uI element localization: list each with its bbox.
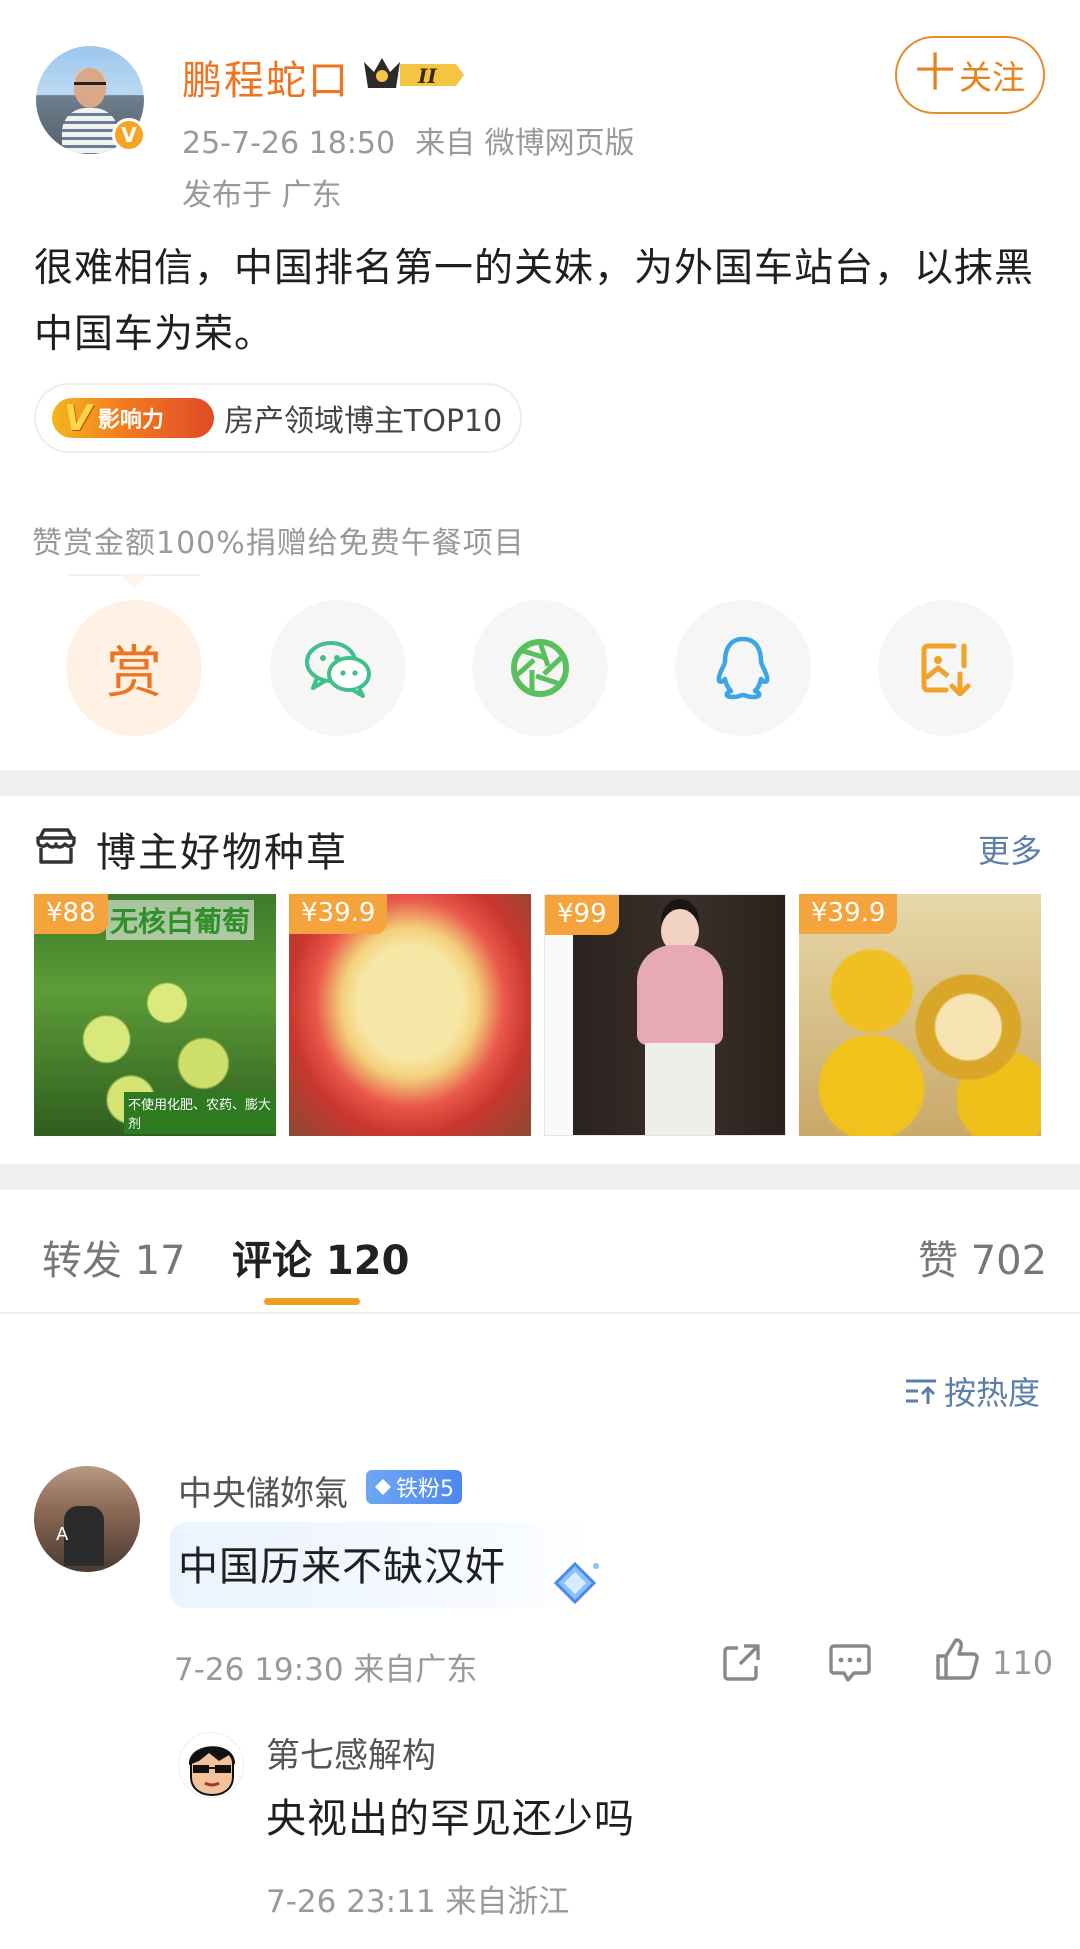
reply-meta: 7-26 23:11 来自浙江 <box>266 1884 570 1920</box>
commenter-name[interactable]: 中央儲妳氣 <box>178 1466 348 1515</box>
active-tab-indicator <box>264 1298 360 1305</box>
share-moments-button[interactable] <box>472 600 608 736</box>
donate-note: 赞赏金额100%捐赠给免费午餐项目 <box>32 526 525 561</box>
sort-icon <box>906 1379 936 1404</box>
post-text: 很难相信，中国排名第一的关妹，为外国车站台，以抹黑中国车为荣。 <box>34 246 1035 357</box>
post-source: 来自 微博网页版 <box>415 126 635 161</box>
fan-badge-label: 铁粉5 <box>396 1477 454 1502</box>
comment-like-count: 110 <box>992 1644 1054 1682</box>
goods-section-title: 博主好物种草 <box>96 830 348 876</box>
post-location: 发布于 广东 <box>182 178 342 213</box>
reward-icon: 赏 <box>106 640 162 706</box>
diamond-icon <box>375 1479 391 1495</box>
influence-logo-text: 影响力 <box>97 408 164 433</box>
qq-icon <box>716 636 770 700</box>
price-tag: ¥99 <box>545 895 619 935</box>
diamond-decoration-icon <box>553 1561 599 1605</box>
product-card[interactable]: ¥39.9 <box>799 894 1041 1136</box>
author-name[interactable]: 鹏程蛇口 <box>182 48 350 106</box>
influence-v: V <box>64 397 92 439</box>
reply-text: 央视出的罕见还少吗 <box>266 1796 635 1842</box>
reward-button[interactable]: 赏 <box>66 600 202 736</box>
follow-button[interactable]: 十 关注 <box>895 36 1045 114</box>
post-meta: 25-7-26 18:50 来自 微博网页版 <box>182 118 635 162</box>
commenter-avatar[interactable]: A <box>34 1466 140 1572</box>
sort-button[interactable]: 按热度 <box>904 1368 1040 1414</box>
verified-badge-icon: V <box>112 118 146 152</box>
reply-user-name[interactable]: 第七感解构 <box>266 1728 436 1777</box>
product-card[interactable]: ¥99 <box>544 894 786 1136</box>
price-tag: ¥88 <box>34 894 108 934</box>
moments-icon <box>511 639 569 697</box>
tab-divider <box>0 1312 1080 1314</box>
follow-label: 关注 <box>959 58 1025 97</box>
reply-avatar[interactable] <box>178 1732 244 1798</box>
crown-level-badge-icon[interactable]: II <box>360 54 468 96</box>
product-title: 无核白葡萄 <box>106 900 255 940</box>
tab-comment[interactable]: 评论 120 <box>232 1228 409 1286</box>
price-tag: ¥39.9 <box>799 894 898 934</box>
section-divider <box>0 770 1080 796</box>
level-badge-text: II <box>417 64 437 88</box>
sort-label: 按热度 <box>944 1374 1041 1412</box>
share-wechat-button[interactable] <box>270 600 406 736</box>
section-divider <box>0 1164 1080 1190</box>
tab-like[interactable]: 赞 702 <box>918 1228 1047 1286</box>
comment-meta: 7-26 19:30 来自广东 <box>174 1652 478 1688</box>
share-icon[interactable] <box>720 1640 764 1684</box>
comment-icon[interactable] <box>828 1642 872 1684</box>
influence-text: 房产领域博主TOP10 <box>224 404 503 439</box>
tab-repost[interactable]: 转发 17 <box>42 1228 186 1286</box>
post-time: 25-7-26 18:50 <box>182 126 396 161</box>
comment-text: 中国历来不缺汉奸 <box>178 1544 506 1590</box>
influence-tag[interactable]: V 影响力 房产领域博主TOP10 <box>34 383 522 453</box>
goods-more-link[interactable]: 更多 <box>978 826 1042 872</box>
product-card[interactable]: 无核白葡萄 不使用化肥、农药、膨大剂 ¥88 <box>34 894 276 1136</box>
cartoon-face-icon <box>188 1746 236 1797</box>
save-image-icon <box>921 643 971 697</box>
thumbs-up-icon[interactable] <box>934 1636 980 1682</box>
price-tag: ¥39.9 <box>289 894 388 934</box>
plus-icon: 十 <box>915 50 955 96</box>
wechat-icon <box>305 641 371 698</box>
product-banner: 不使用化肥、农药、膨大剂 <box>124 1092 276 1134</box>
shop-icon <box>36 828 76 864</box>
influence-logo: V 影响力 <box>52 397 214 439</box>
share-qq-button[interactable] <box>675 600 811 736</box>
donate-pointer-caret <box>120 574 148 588</box>
product-card[interactable]: ¥39.9 <box>289 894 531 1136</box>
save-image-button[interactable] <box>878 600 1014 736</box>
fan-badge[interactable]: 铁粉5 <box>366 1470 462 1504</box>
